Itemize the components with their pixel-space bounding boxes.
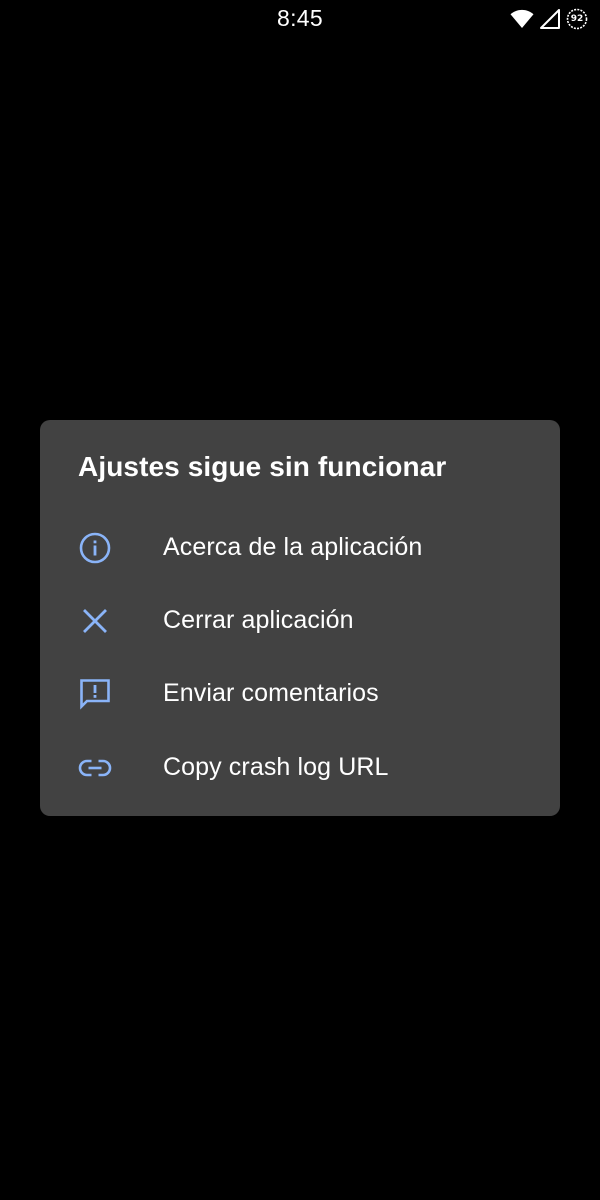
status-bar: 8:45 92 — [0, 0, 600, 40]
cell-signal-icon — [540, 9, 560, 29]
battery-icon: 92 — [566, 8, 588, 30]
close-icon — [77, 603, 113, 639]
link-icon — [77, 750, 113, 786]
app-info-option[interactable]: Acerca de la aplicación — [40, 511, 560, 584]
send-feedback-option[interactable]: Enviar comentarios — [40, 657, 560, 730]
dialog-title: Ajustes sigue sin funcionar — [78, 451, 447, 482]
close-app-option[interactable]: Cerrar aplicación — [40, 584, 560, 657]
send-feedback-label: Enviar comentarios — [163, 679, 379, 707]
app-info-label: Acerca de la aplicación — [163, 533, 423, 561]
battery-level: 92 — [570, 14, 584, 24]
app-crash-dialog: Ajustes sigue sin funcionar Acerca de la… — [40, 420, 560, 816]
copy-crash-log-option[interactable]: Copy crash log URL — [40, 731, 560, 804]
feedback-icon — [77, 676, 113, 712]
copy-crash-log-label: Copy crash log URL — [163, 753, 389, 781]
wifi-icon — [510, 9, 534, 29]
status-icons: 92 — [510, 7, 588, 31]
screen: 8:45 92 Ajustes sigue sin funcionar Acer… — [0, 0, 600, 1200]
info-icon — [77, 530, 113, 566]
close-app-label: Cerrar aplicación — [163, 606, 354, 634]
